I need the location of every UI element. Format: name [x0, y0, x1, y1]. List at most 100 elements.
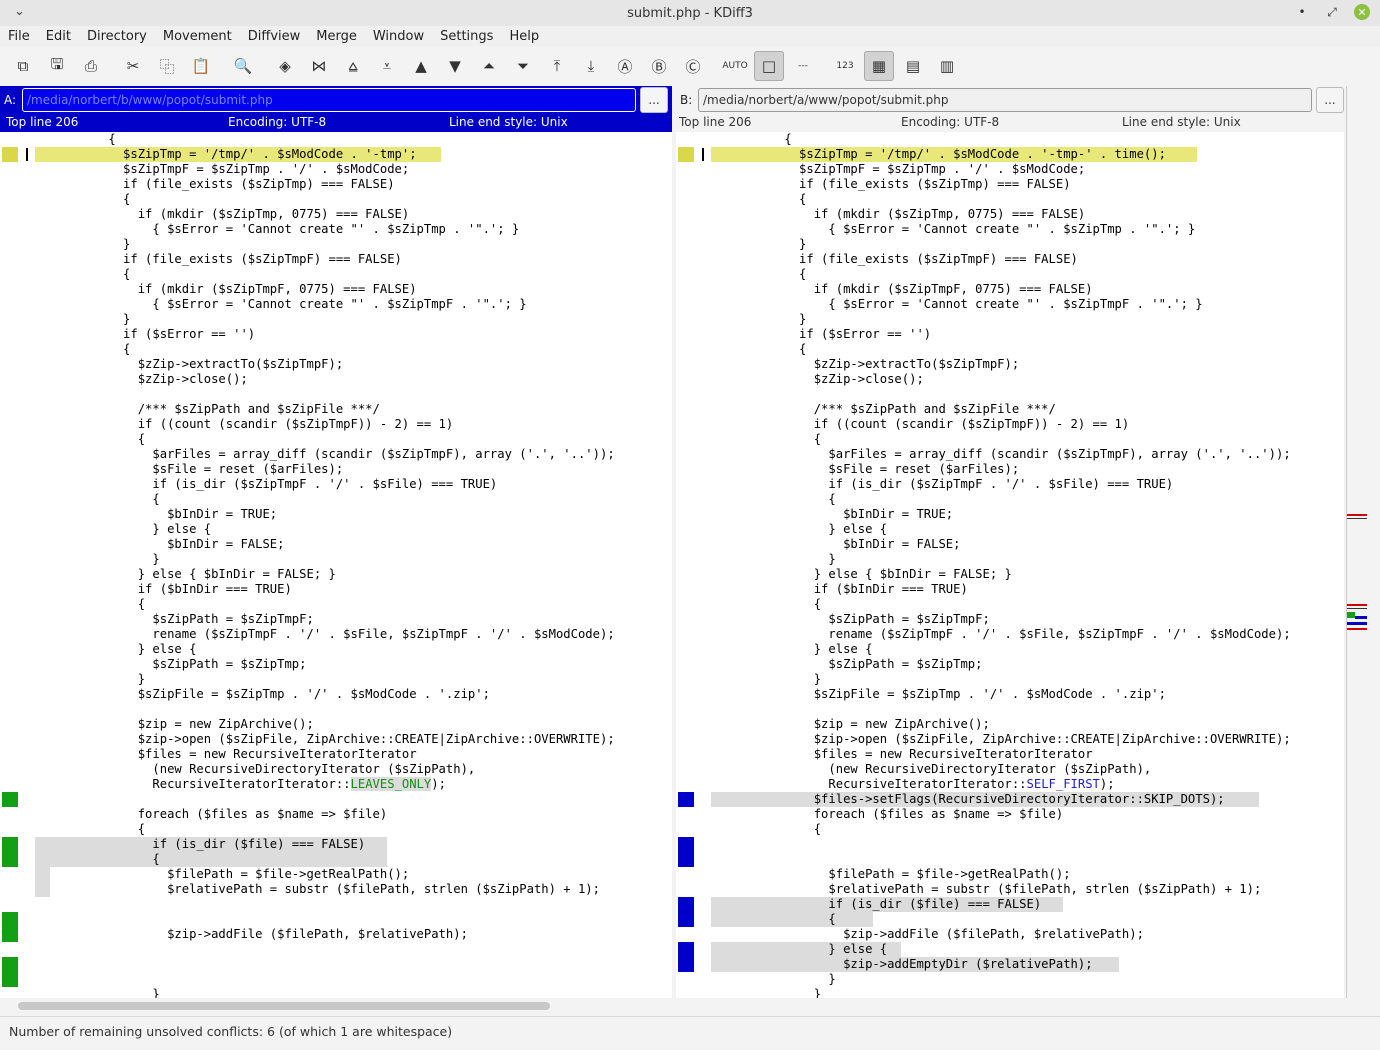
code-text: {: [711, 432, 822, 446]
menu-file[interactable]: File: [0, 29, 38, 44]
menu-window[interactable]: Window: [365, 29, 432, 44]
show-white-space-chars-icon[interactable]: ---: [788, 51, 818, 81]
code-text: {: [35, 597, 146, 611]
browse-button-b[interactable]: ...: [1316, 87, 1344, 113]
prev-delta-icon[interactable]: ⩠: [338, 51, 368, 81]
restore-icon[interactable]: ⤢: [1324, 4, 1340, 20]
code-line: $zZip->close();: [0, 372, 672, 387]
next-unsolved-icon[interactable]: ⏷: [508, 51, 538, 81]
go-first-icon[interactable]: ⤒: [542, 51, 572, 81]
show-whitespace-icon[interactable]: □: [754, 51, 784, 81]
path-bar-b: B: /media/norbert/a/www/popot/submit.php…: [676, 86, 1344, 114]
select-b-icon[interactable]: Ⓑ: [644, 51, 674, 81]
code-text: $zip->open ($sZipFile, ZipArchive::CREAT…: [711, 732, 1291, 746]
menu-directory[interactable]: Directory: [79, 29, 155, 44]
path-input-a[interactable]: /media/norbert/b/www/popot/submit.php: [22, 88, 636, 112]
diff-marker: [678, 912, 694, 927]
code-text: $bInDir = TRUE;: [711, 507, 954, 521]
find-icon[interactable]: 🔍: [228, 51, 258, 81]
go-top-icon[interactable]: ⋈: [304, 51, 334, 81]
code-line: }: [0, 672, 672, 687]
code-text: $filePath = $file->getRealPath();: [711, 867, 1071, 881]
menu-settings[interactable]: Settings: [432, 29, 501, 44]
code-text: $sZipFile = $sZipTmp . '/' . $sModCode .…: [711, 687, 1166, 701]
menu-movement[interactable]: Movement: [155, 29, 240, 44]
code-text: $zip = new ZipArchive();: [711, 717, 990, 731]
code-line: rename ($sZipTmpF . '/' . $sFile, $sZipT…: [0, 627, 672, 642]
go-current-icon[interactable]: ◈: [270, 51, 300, 81]
prev-unsolved-icon[interactable]: ⏶: [474, 51, 504, 81]
menu-diffview[interactable]: Diffview: [240, 29, 309, 44]
code-line: }: [0, 312, 672, 327]
next-conflict-icon[interactable]: ▼: [440, 51, 470, 81]
code-text: (new RecursiveDirectoryIterator ($sZipPa…: [711, 762, 1152, 776]
auto-advance-icon[interactable]: AUTO: [720, 51, 750, 81]
window-a-icon[interactable]: ▦: [864, 51, 894, 81]
line-numbers-icon[interactable]: 123: [830, 51, 860, 81]
prev-conflict-icon[interactable]: ▲: [406, 51, 436, 81]
code-text: }: [711, 552, 836, 566]
menu-edit[interactable]: Edit: [38, 29, 79, 44]
diff-marker: [2, 837, 18, 852]
select-c-icon[interactable]: Ⓒ: [678, 51, 708, 81]
code-line: if (is_dir ($file) === FALSE): [0, 837, 672, 852]
code-line: RecursiveIteratorIterator::SELF_FIRST);: [676, 777, 1344, 792]
encoding-b: Encoding: UTF-8: [901, 115, 1000, 129]
copy-icon[interactable]: ⿻: [152, 51, 182, 81]
window-menu-icon[interactable]: ⌄: [14, 4, 25, 19]
code-line: $sZipFile = $sZipTmp . '/' . $sModCode .…: [0, 687, 672, 702]
menu-help[interactable]: Help: [501, 29, 547, 44]
code-text: {: [35, 432, 146, 446]
code-text: $relativePath = substr ($filePath, strle…: [35, 882, 600, 896]
diff-overview-bar[interactable]: [1346, 86, 1367, 998]
code-text: {: [35, 342, 131, 356]
code-line: } else {: [676, 522, 1344, 537]
save-icon[interactable]: 🖫: [42, 51, 72, 81]
code-line: if (file_exists ($sZipTmp) === FALSE): [676, 177, 1344, 192]
code-line: foreach ($files as $name => $file): [676, 807, 1344, 822]
browse-button-a[interactable]: ...: [640, 87, 668, 113]
code-view-b[interactable]: { $sZipTmp = '/tmp/' . $sModCode . '-tmp…: [676, 132, 1344, 998]
select-a-icon[interactable]: Ⓐ: [610, 51, 640, 81]
code-line: } else { $bInDir = FALSE; }: [676, 567, 1344, 582]
paste-icon[interactable]: 📋: [186, 51, 216, 81]
print-icon[interactable]: ⎙: [76, 51, 106, 81]
toolbar: ⧉ 🖫 ⎙ ✂ ⿻ 📋 🔍 ◈ ⋈ ⩠ ⩡ ▲ ▼ ⏶ ⏷ ⤒ ⤓ Ⓐ Ⓑ Ⓒ AUTO □ --- 123 ▦ ▤ ▥: [0, 48, 1380, 84]
code-text: if (is_dir ($sZipTmpF . '/' . $sFile) ==…: [35, 477, 498, 491]
code-line: /*** $sZipPath and $sZipFile ***/: [676, 402, 1344, 417]
code-text: }: [35, 552, 160, 566]
code-line: if ((count (scandir ($sZipTmpF)) - 2) ==…: [0, 417, 672, 432]
go-last-icon[interactable]: ⤓: [576, 51, 606, 81]
code-text: if (file_exists ($sZipTmpF) === FALSE): [35, 252, 402, 266]
code-text: } else {: [711, 942, 888, 956]
cut-icon[interactable]: ✂: [118, 51, 148, 81]
horizontal-scrollbar[interactable]: [18, 1002, 550, 1010]
code-text: { $sError = 'Cannot create "' . $sZipTmp…: [711, 222, 1196, 236]
minimize-icon[interactable]: •: [1294, 4, 1310, 20]
code-line: {: [0, 492, 672, 507]
menu-merge[interactable]: Merge: [308, 29, 365, 44]
code-line: (new RecursiveDirectoryIterator ($sZipPa…: [676, 762, 1344, 777]
code-text: $bInDir = FALSE;: [711, 537, 961, 551]
next-delta-icon[interactable]: ⩡: [372, 51, 402, 81]
code-line: $relativePath = substr ($filePath, strle…: [676, 882, 1344, 897]
code-line: $sZipTmpF = $sZipTmp . '/' . $sModCode;: [676, 162, 1344, 177]
code-line: if ((count (scandir ($sZipTmpF)) - 2) ==…: [676, 417, 1344, 432]
path-input-b[interactable]: /media/norbert/a/www/popot/submit.php: [698, 88, 1312, 112]
code-text: $sZipPath = $sZipTmpF;: [711, 612, 990, 626]
code-text: {: [35, 852, 160, 866]
close-icon[interactable]: ✕: [1354, 4, 1370, 20]
code-text: {: [711, 912, 836, 926]
window-b-icon[interactable]: ▤: [898, 51, 928, 81]
code-line: }: [676, 312, 1344, 327]
new-window-icon[interactable]: ⧉: [8, 51, 38, 81]
window-c-icon[interactable]: ▥: [932, 51, 962, 81]
diff-pane-b: B: /media/norbert/a/www/popot/submit.php…: [676, 86, 1344, 998]
code-view-a[interactable]: { $sZipTmp = '/tmp/' . $sModCode . '-tmp…: [0, 132, 672, 998]
text-cursor: [702, 148, 704, 161]
code-line: }: [676, 987, 1344, 998]
code-text: $sZipTmpF = $sZipTmp . '/' . $sModCode;: [35, 162, 410, 176]
code-line: { $sError = 'Cannot create "' . $sZipTmp…: [676, 222, 1344, 237]
diff-marker: [678, 897, 694, 912]
code-text: $sZipPath = $sZipTmpF;: [35, 612, 314, 626]
